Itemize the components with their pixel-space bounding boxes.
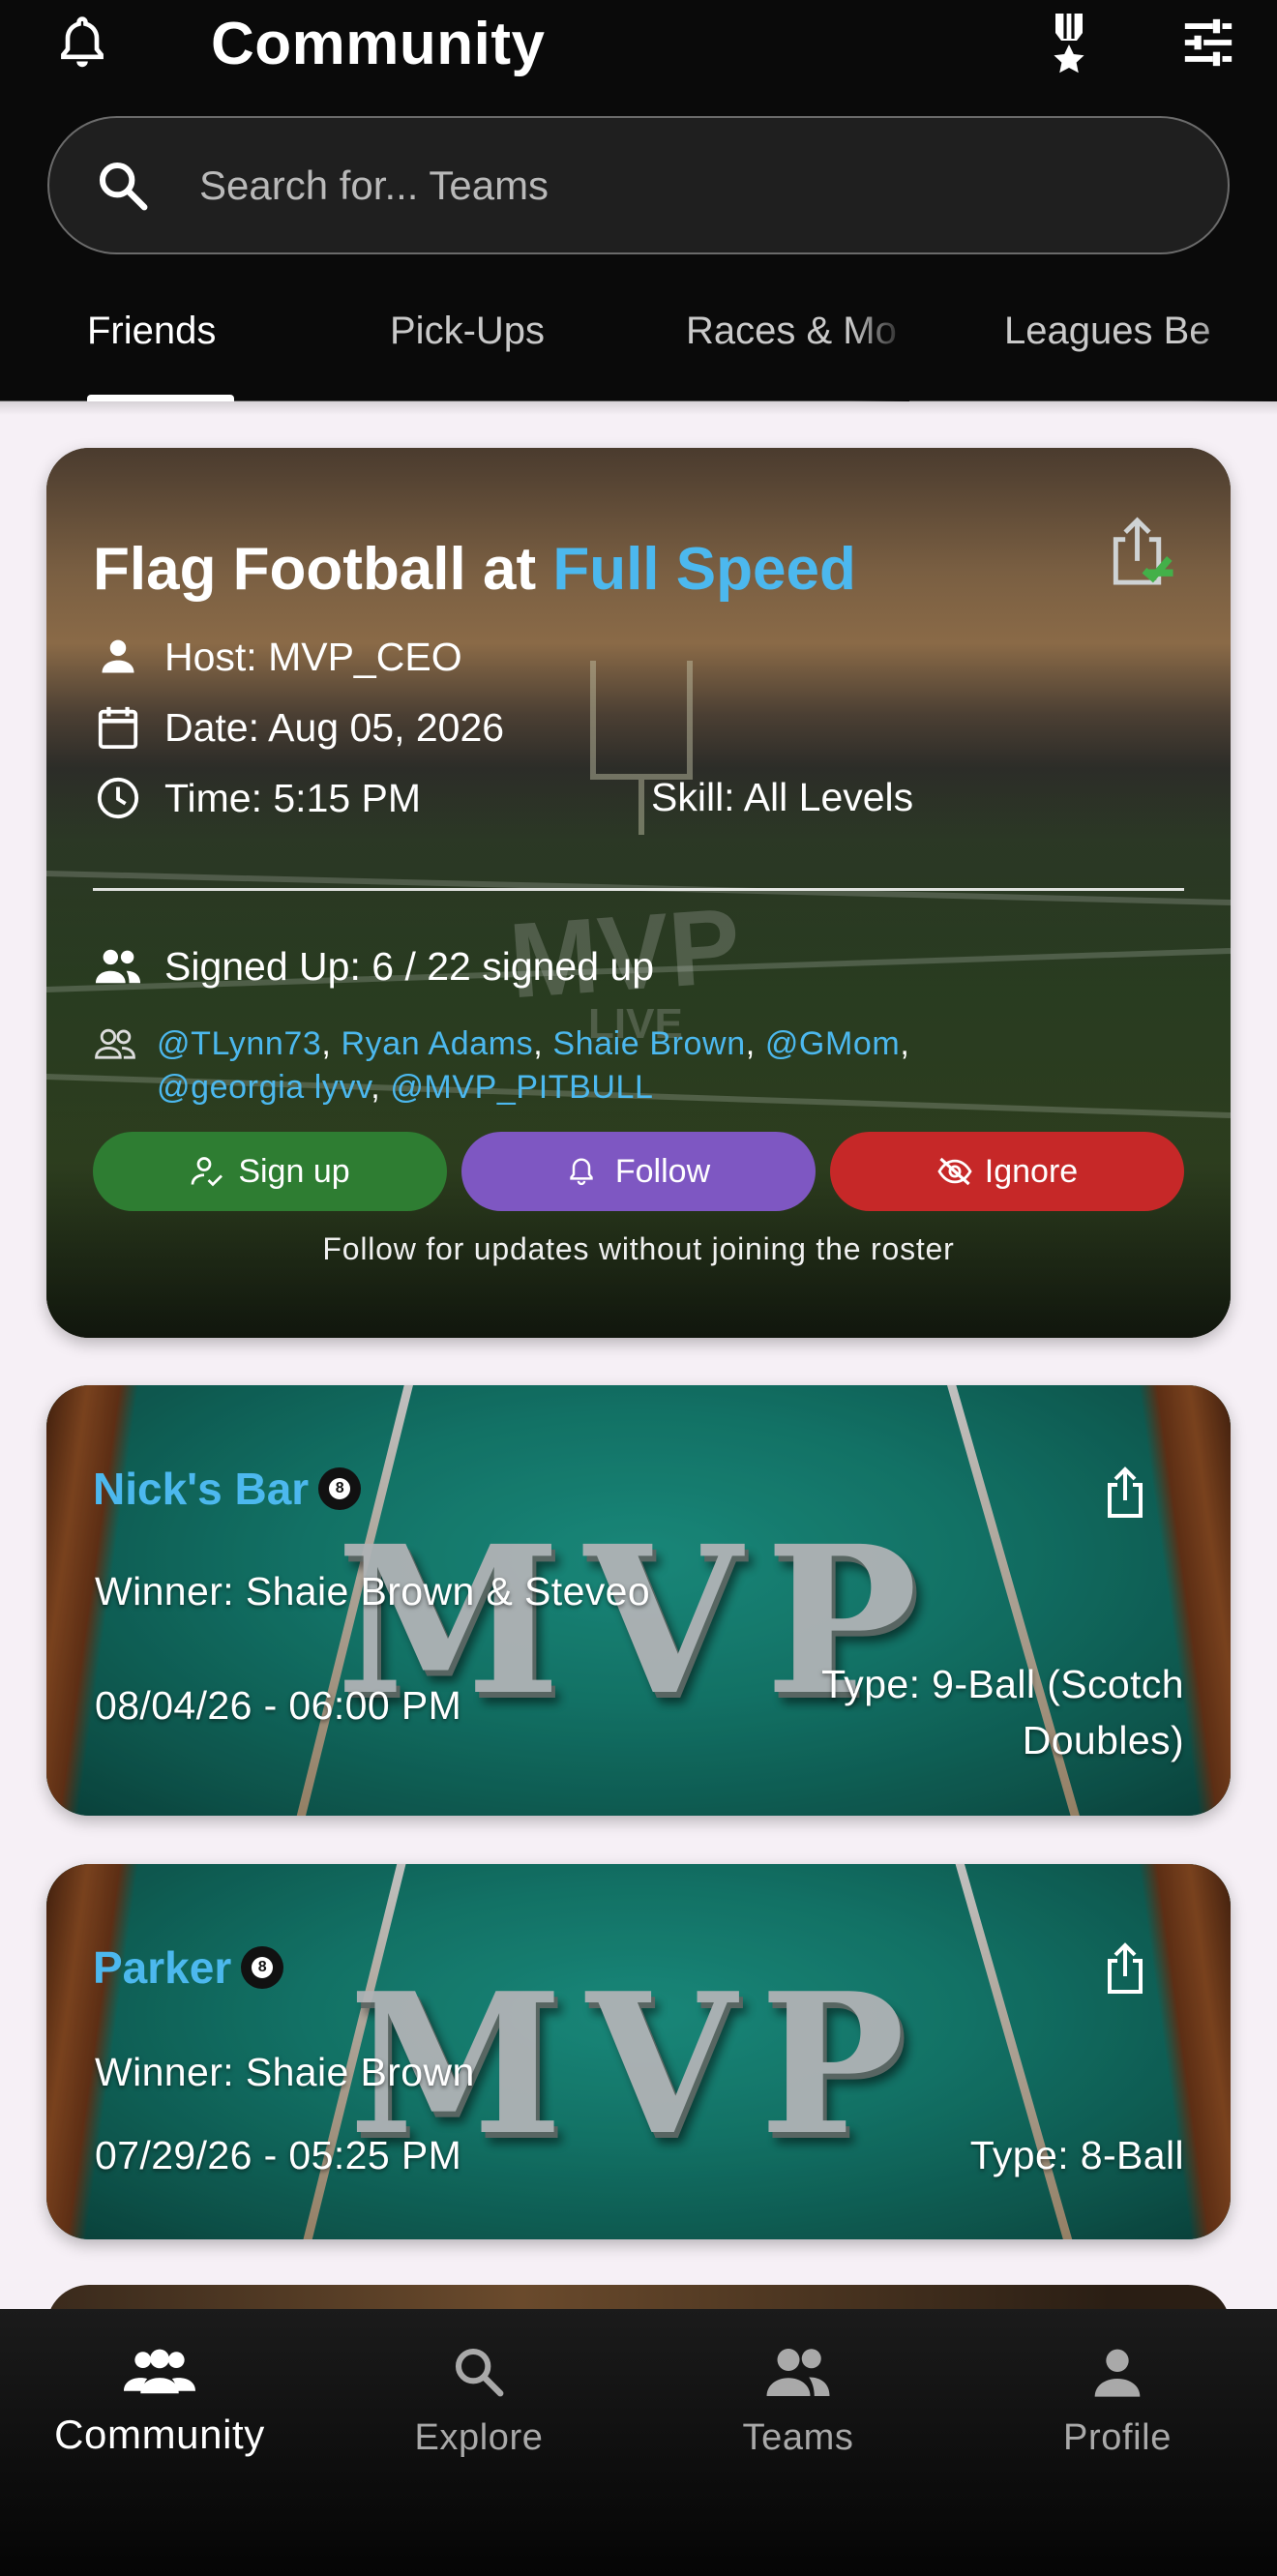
people-outline-icon	[93, 1026, 137, 1065]
bell-icon	[567, 1153, 604, 1190]
tab-fade	[851, 290, 909, 401]
venue-label: Nick's Bar	[93, 1464, 310, 1514]
event-actions: Sign up Follow Ignore	[93, 1132, 1184, 1211]
participant-link[interactable]: @MVP_PITBULL	[390, 1069, 653, 1106]
venue-name[interactable]: Nick's Bar 8	[93, 1463, 362, 1515]
event-title: Flag Football at Full Speed	[93, 535, 856, 604]
nav-teams-label: Teams	[742, 2417, 854, 2458]
match-datetime: 08/04/26 - 06:00 PM	[95, 1683, 462, 1728]
signed-up-row: Signed Up: 6 / 22 signed up	[93, 941, 654, 992]
share-icon[interactable]	[1096, 1461, 1154, 1525]
nav-profile[interactable]: Profile	[958, 2309, 1277, 2502]
host-row: Host: MVP_CEO	[93, 632, 462, 682]
app-header: Community Friends Pick-Ups Races & Mo Le…	[0, 0, 1277, 401]
person-add-icon	[190, 1153, 226, 1190]
participant-link[interactable]: @georgia lyvv	[157, 1069, 371, 1106]
follow-hint-text: Follow for updates without joining the r…	[322, 1231, 955, 1266]
host-text: Host: MVP_CEO	[164, 634, 462, 679]
medal-icon[interactable]	[1040, 10, 1098, 77]
ignore-button[interactable]: Ignore	[830, 1132, 1184, 1211]
game-type: Type: 9-Ball (Scotch Doubles)	[821, 1656, 1184, 1768]
search-bar[interactable]	[47, 116, 1230, 254]
nav-teams[interactable]: Teams	[638, 2309, 958, 2502]
top-bar: Community	[0, 0, 1277, 97]
participant-link[interactable]: @GMom	[765, 1025, 901, 1062]
match-datetime: 07/29/26 - 05:25 PM	[95, 2133, 462, 2177]
game-type-line: Type: 9-Ball (Scotch	[821, 1662, 1184, 1706]
tab-pick-ups[interactable]: Pick-Ups	[390, 310, 545, 353]
result-card[interactable]: MVP Parker 8 Winner: Shaie Brown 07/29/2…	[46, 1864, 1231, 2239]
tab-friends[interactable]: Friends	[87, 310, 216, 353]
nav-community[interactable]: Community	[0, 2309, 319, 2502]
date-row: Date: Aug 05, 2026	[93, 702, 504, 753]
calendar-icon	[93, 702, 143, 753]
signed-up-text: Signed Up: 6 / 22 signed up	[164, 943, 655, 989]
time-text: Time: 5:15 PM	[164, 775, 422, 820]
category-tabs: Friends Pick-Ups Races & Mo Leagues Be	[0, 290, 1277, 401]
notifications-bell-icon[interactable]	[48, 12, 116, 75]
event-title-prefix: Flag Football at	[93, 536, 553, 603]
people-icon	[93, 941, 143, 992]
nav-explore[interactable]: Explore	[319, 2309, 638, 2502]
person-icon	[1079, 2338, 1156, 2406]
eye-off-icon	[936, 1153, 973, 1190]
winner-text: Winner: Shaie Brown	[95, 2050, 475, 2094]
nav-profile-label: Profile	[1063, 2417, 1172, 2458]
date-text: Date: Aug 05, 2026	[164, 704, 505, 750]
sign-up-button[interactable]: Sign up	[93, 1132, 447, 1211]
clock-icon	[93, 773, 143, 823]
result-card[interactable]: MVP Nick's Bar 8 Winner: Shaie Brown & S…	[46, 1385, 1231, 1816]
winner-text: Winner: Shaie Brown & Steveo	[95, 1569, 651, 1614]
card-divider	[93, 888, 1184, 891]
eight-ball-icon: 8	[318, 1467, 362, 1510]
search-icon	[88, 151, 158, 221]
filter-sliders-icon[interactable]	[1178, 12, 1238, 74]
tab-fade	[1190, 290, 1277, 401]
participant-link[interactable]: Shaie Brown	[552, 1025, 745, 1062]
search-input[interactable]	[199, 147, 1167, 224]
game-type: Type: 8-Ball	[969, 2133, 1184, 2177]
nav-explore-label: Explore	[414, 2417, 544, 2458]
page-title: Community	[211, 11, 546, 77]
venue-name[interactable]: Parker 8	[93, 1941, 284, 1994]
participants-list: @TLynn73, Ryan Adams, Shaie Brown, @GMom…	[93, 1022, 1186, 1110]
event-card[interactable]: MVP LIVE Flag Football at Full Speed Hos…	[46, 448, 1231, 1338]
skill-text: Skill: All Levels	[651, 775, 914, 819]
participant-link[interactable]: Ryan Adams	[341, 1025, 533, 1062]
person-icon	[93, 632, 143, 682]
ball-number: 8	[329, 1478, 351, 1499]
ignore-label: Ignore	[984, 1152, 1079, 1190]
group-icon	[121, 2338, 198, 2406]
sign-up-label: Sign up	[238, 1152, 350, 1190]
game-type-line: Doubles)	[1022, 1718, 1184, 1762]
time-row: Time: 5:15 PM	[93, 773, 421, 823]
share-icon[interactable]	[1101, 508, 1178, 595]
venue-label: Parker	[93, 1942, 232, 1993]
eight-ball-icon: 8	[241, 1946, 284, 1989]
follow-label: Follow	[614, 1152, 711, 1190]
follow-button[interactable]: Follow	[461, 1132, 816, 1211]
teams-icon	[759, 2338, 837, 2406]
ball-number: 8	[252, 1957, 274, 1978]
tab-leagues[interactable]: Leagues Be	[1004, 310, 1211, 353]
event-title-accent: Full Speed	[552, 536, 856, 603]
nav-community-label: Community	[54, 2412, 265, 2457]
header-shadow	[0, 401, 1277, 415]
search-icon	[440, 2338, 518, 2406]
share-icon[interactable]	[1096, 1937, 1154, 2000]
bottom-navigation: Community Explore Teams Profile	[0, 2309, 1277, 2576]
active-tab-indicator	[87, 395, 234, 401]
participant-link[interactable]: @TLynn73	[157, 1025, 321, 1062]
